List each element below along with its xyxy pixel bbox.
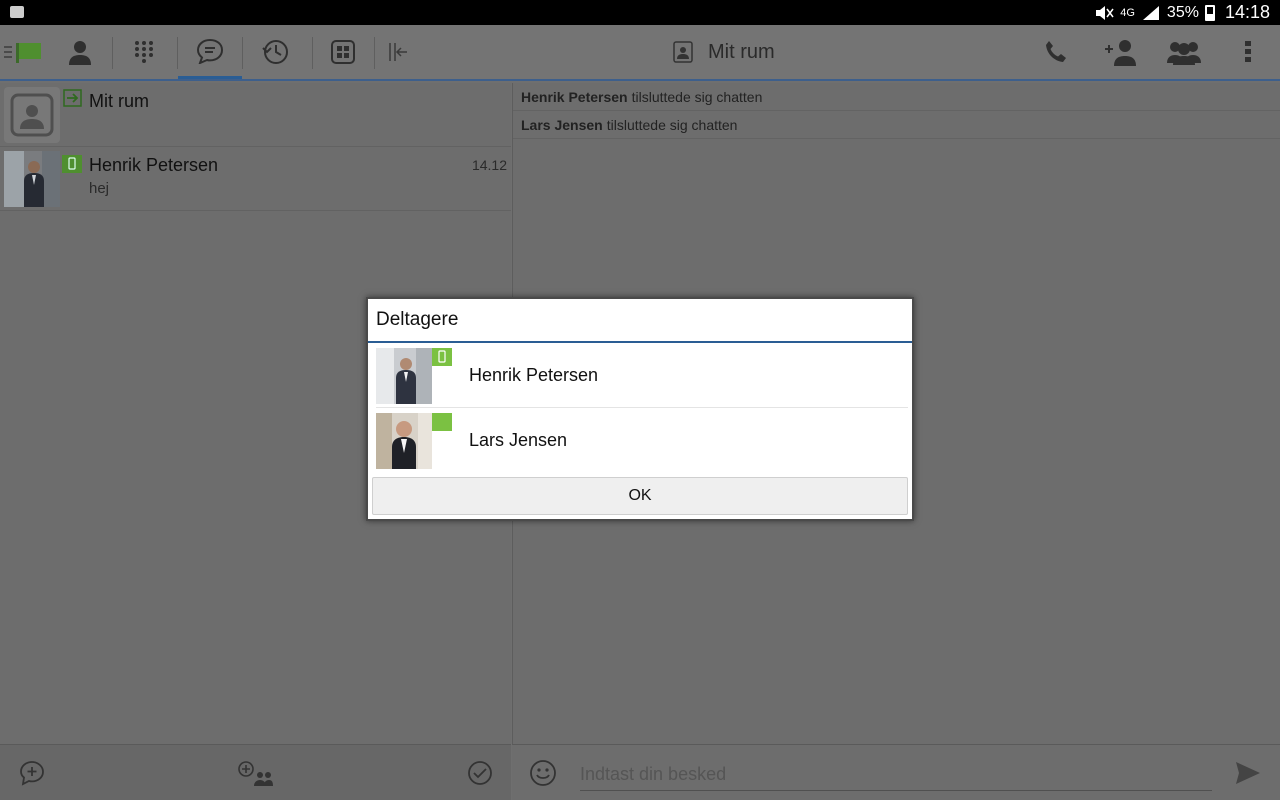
participant-name: Henrik Petersen	[469, 365, 599, 385]
overflow-menu-button[interactable]	[1232, 25, 1264, 79]
emoji-button[interactable]	[528, 758, 558, 788]
signal-icon	[1142, 5, 1159, 20]
group-icon	[1167, 42, 1201, 65]
joined-room-icon	[63, 89, 82, 107]
message-text: tilsluttede sig chatten	[631, 88, 763, 105]
message-text: tilsluttede sig chatten	[606, 116, 738, 133]
toolbar: Mit rum	[0, 25, 1280, 81]
network-type: 4G	[1120, 6, 1135, 19]
collapse-icon	[389, 43, 407, 61]
avatar	[4, 151, 60, 207]
system-message: Lars Jensen tilsluttede sig chatten	[513, 111, 1280, 139]
chat-bubble-icon	[196, 38, 224, 64]
status-bar-right: 4G 35% 14:18	[1094, 2, 1270, 23]
status-bar: 4G 35% 14:18	[0, 0, 1280, 25]
new-group-chat-button[interactable]	[236, 759, 274, 787]
mute-icon	[1096, 5, 1114, 20]
dialpad-icon	[135, 41, 153, 63]
tab-apps[interactable]	[320, 25, 366, 79]
call-history-icon	[262, 40, 288, 64]
more-vert-icon	[1245, 41, 1251, 62]
sender-name: Lars Jensen	[521, 116, 603, 133]
dialog-title: Deltagere	[368, 299, 912, 343]
call-button[interactable]	[1036, 25, 1076, 79]
participant-name: Lars Jensen	[469, 430, 568, 450]
sender-name: Henrik Petersen	[521, 88, 628, 105]
tab-chat[interactable]	[178, 25, 242, 79]
tab-dialpad[interactable]	[122, 25, 166, 79]
battery-icon	[1204, 4, 1215, 21]
conversation-actions-bar	[0, 744, 511, 800]
mobile-presence-icon	[432, 348, 452, 366]
available-presence-icon	[432, 413, 452, 431]
system-message: Henrik Petersen tilsluttede sig chatten	[513, 83, 1280, 111]
list-item[interactable]: Henrik Petersen hej 14.12	[0, 147, 511, 211]
composer-bar	[512, 744, 1280, 800]
room-title: Mit rum	[708, 40, 775, 63]
henrik-avatar-photo	[4, 151, 60, 207]
conversation-name: Henrik Petersen	[89, 155, 219, 175]
select-check-button[interactable]	[466, 759, 494, 787]
presence-flag-icon	[4, 43, 41, 63]
phone-icon	[1046, 41, 1066, 62]
add-person-icon	[1105, 40, 1136, 66]
list-item[interactable]: Lars Jensen	[376, 408, 908, 473]
room-avatar	[4, 87, 60, 143]
person-icon	[69, 41, 91, 65]
lars-avatar-photo	[376, 413, 432, 469]
notification-icon	[10, 6, 24, 18]
participants-button[interactable]	[1162, 25, 1206, 79]
tab-contacts[interactable]	[58, 25, 102, 79]
ok-button[interactable]: OK	[372, 477, 908, 515]
toolbar-divider	[312, 37, 313, 69]
toolbar-divider	[112, 37, 113, 69]
message-input[interactable]	[580, 759, 1212, 791]
conversation-name: Mit rum	[89, 91, 149, 111]
room-icon	[673, 41, 693, 63]
send-button[interactable]	[1234, 760, 1262, 786]
room-header: Mit rum	[672, 25, 775, 79]
toolbar-divider	[374, 37, 375, 69]
new-chat-button[interactable]	[18, 759, 46, 787]
mobile-presence-icon	[62, 155, 82, 173]
room-icon	[10, 93, 54, 137]
list-item[interactable]: Henrik Petersen	[376, 343, 908, 408]
participants-dialog: Deltagere Henrik Petersen Lars Jensen OK	[366, 297, 914, 521]
menu-presence-button[interactable]	[2, 25, 46, 79]
battery-percent: 35%	[1166, 3, 1199, 21]
clock: 14:18	[1224, 2, 1270, 22]
list-item[interactable]: Mit rum	[0, 83, 511, 147]
tab-history[interactable]	[252, 25, 298, 79]
henrik-avatar-photo	[376, 348, 432, 404]
message-preview: hej	[89, 180, 110, 197]
message-time: 14.12	[471, 157, 507, 173]
add-participant-button[interactable]	[1098, 25, 1142, 79]
collapse-panel-button[interactable]	[382, 25, 414, 79]
toolbar-divider	[242, 37, 243, 69]
apps-icon	[331, 40, 355, 64]
